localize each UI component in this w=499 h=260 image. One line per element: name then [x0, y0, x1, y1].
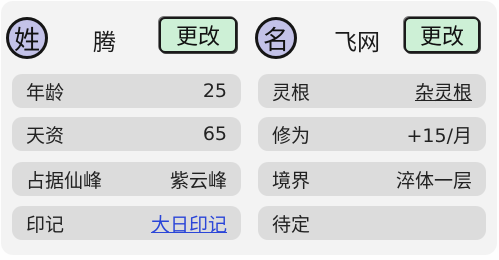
stat-value: 25: [202, 80, 227, 102]
stat-value: +15/月: [406, 124, 473, 147]
given-name-badge: 名: [255, 17, 297, 59]
given-name-badge-label: 名: [262, 25, 289, 56]
stat-label: 年龄: [26, 81, 65, 104]
surname-badge-label: 姓: [13, 25, 40, 56]
change-surname-button[interactable]: 更改: [159, 17, 237, 53]
given-name-value: 飞网: [334, 30, 380, 56]
stat-row-mark: 印记 大日印记: [12, 206, 241, 240]
stat-label: 境界: [272, 169, 311, 192]
stat-row-age: 年龄 25: [12, 74, 241, 108]
character-info-panel: 姓 腾 更改 名 飞网 更改 年龄 25 天资 65 占据仙峰 紫云峰 印记 大…: [1, 1, 497, 255]
stat-label: 天资: [26, 124, 65, 147]
stat-label: 修为: [272, 124, 311, 147]
stat-value: 紫云峰: [169, 169, 227, 192]
stat-row-cultivation: 修为 +15/月: [258, 117, 486, 151]
stat-row-pending: 待定: [258, 206, 486, 240]
stat-label: 待定: [272, 213, 311, 236]
stat-label: 占据仙峰: [26, 169, 103, 192]
change-given-name-button[interactable]: 更改: [404, 17, 480, 53]
stat-value: 淬体一层: [395, 169, 472, 192]
mark-link[interactable]: 大日印记: [151, 210, 227, 237]
stat-row-occupied-peak: 占据仙峰 紫云峰: [12, 162, 241, 196]
stat-row-spirit-root: 灵根 杂灵根: [258, 74, 486, 108]
surname-value: 腾: [93, 30, 116, 56]
change-given-name-label: 更改: [419, 25, 464, 50]
surname-badge: 姓: [6, 17, 48, 59]
spirit-root-link[interactable]: 杂灵根: [415, 78, 472, 105]
stat-label: 印记: [26, 213, 65, 236]
stat-value: 65: [202, 123, 227, 145]
stat-label: 灵根: [272, 81, 311, 104]
stat-row-aptitude: 天资 65: [12, 117, 241, 151]
change-surname-label: 更改: [175, 25, 220, 50]
stat-row-realm: 境界 淬体一层: [258, 162, 486, 196]
